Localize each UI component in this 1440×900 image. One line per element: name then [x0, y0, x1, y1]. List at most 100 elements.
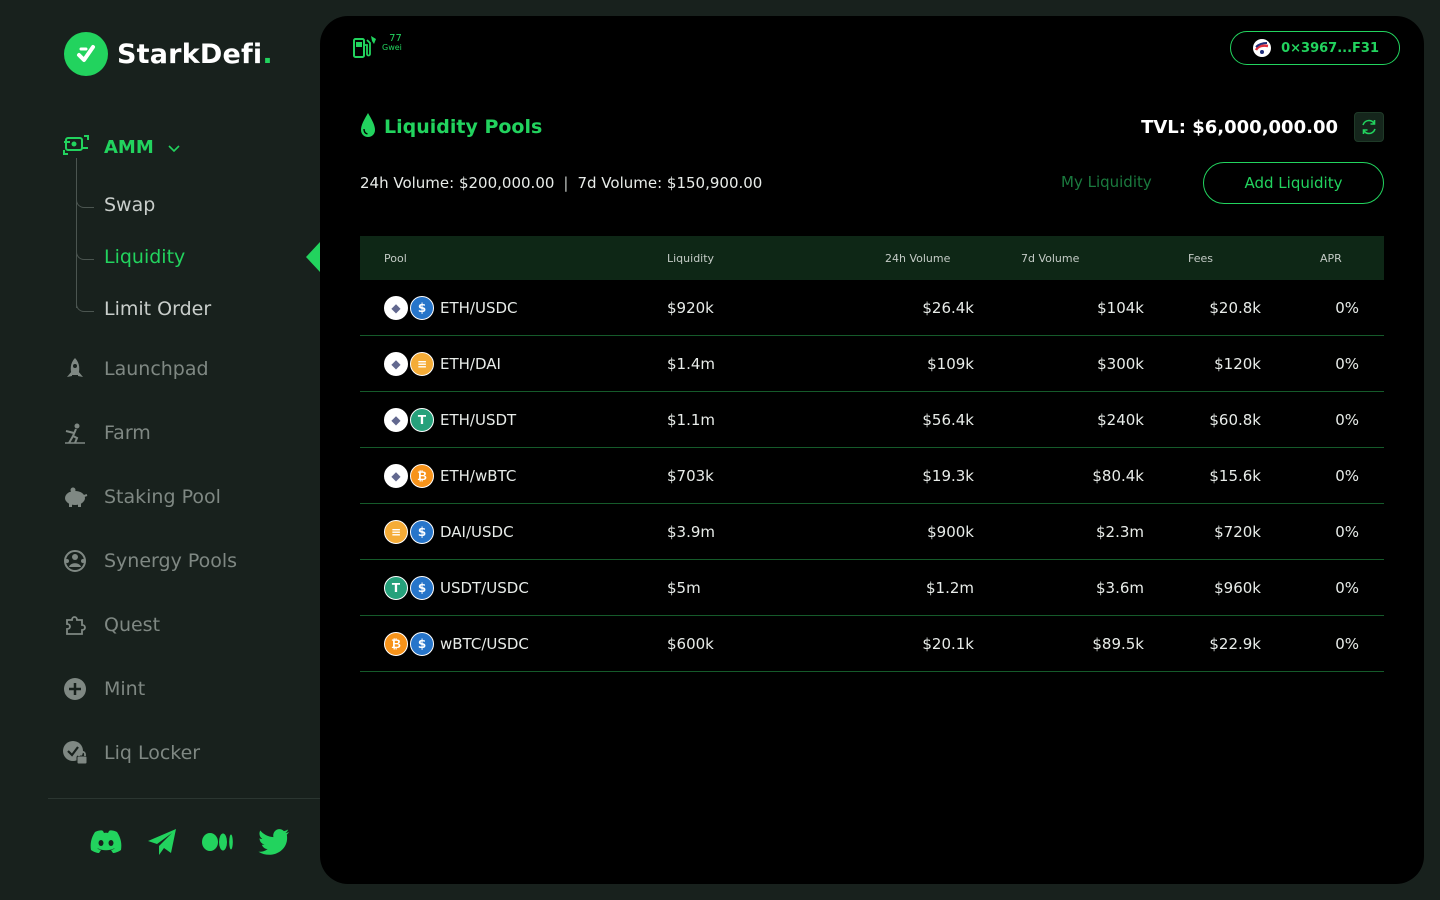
- token-pair-icons: ◆ $: [384, 295, 434, 320]
- volume-24h-cell: $109k: [927, 354, 974, 373]
- lock-badge-icon: [62, 740, 88, 766]
- sidebar-item-liquidity[interactable]: Liquidity: [104, 246, 185, 268]
- wbtc-token-icon: ₿: [410, 463, 434, 488]
- liquidity-cell: $5m: [667, 578, 701, 597]
- liquidity-cell: $3.9m: [667, 522, 716, 541]
- usdt-token-icon: T: [384, 575, 408, 600]
- table-row[interactable]: ◆ T ETH/USDT $1.1m $56.4k $240k $60.8k 0%: [360, 392, 1384, 448]
- volume-7d-cell: $3.6m: [1095, 578, 1144, 597]
- liquidity-cell: $1.4m: [667, 354, 716, 373]
- discord-icon[interactable]: [88, 824, 124, 860]
- pool-name: ETH/USDT: [440, 410, 517, 429]
- page-title: Liquidity Pools: [384, 116, 543, 138]
- usdc-token-icon: $: [410, 631, 434, 656]
- tvl-value: TVL: $6,000,000.00: [1141, 116, 1338, 138]
- sidebar: StarkDefi. AMM Swap Liquidity Limit Orde…: [0, 0, 320, 900]
- dai-token-icon: ≡: [384, 519, 408, 544]
- eth-token-icon: ◆: [384, 407, 408, 432]
- column-header-liquidity[interactable]: Liquidity: [643, 252, 843, 265]
- tree-branch: [76, 196, 94, 208]
- synergy-icon: [62, 548, 88, 574]
- pool-cell: ≡ $ DAI/USDC: [360, 519, 643, 544]
- brand-name: StarkDefi.: [117, 38, 273, 70]
- apr-cell: 0%: [1335, 522, 1359, 541]
- medium-icon[interactable]: [200, 824, 236, 860]
- add-liquidity-button[interactable]: Add Liquidity: [1203, 162, 1384, 204]
- fees-cell: $22.9k: [1209, 634, 1261, 653]
- droplet-icon: [360, 112, 376, 142]
- my-liquidity-link[interactable]: My Liquidity: [1061, 173, 1152, 191]
- fees-cell: $960k: [1214, 578, 1261, 597]
- eth-token-icon: ◆: [384, 351, 408, 376]
- piggy-bank-icon: [62, 484, 88, 510]
- sidebar-item-farm[interactable]: Farm: [62, 420, 151, 446]
- pool-name: ETH/USDC: [440, 298, 518, 317]
- column-header-24h-volume[interactable]: 24h Volume: [843, 252, 974, 265]
- social-links: [88, 824, 292, 860]
- volume-24h-cell: $56.4k: [922, 410, 974, 429]
- dai-token-icon: ≡: [410, 351, 434, 376]
- volume-24h-cell: $19.3k: [922, 466, 974, 485]
- page-heading: Liquidity Pools: [360, 112, 542, 142]
- nav-amm[interactable]: AMM: [62, 132, 180, 162]
- column-header-apr[interactable]: APR: [1261, 252, 1371, 265]
- volume-24h-cell: $20.1k: [922, 634, 974, 653]
- refresh-button[interactable]: [1354, 112, 1384, 142]
- table-row[interactable]: ◆ $ ETH/USDC $920k $26.4k $104k $20.8k 0%: [360, 280, 1384, 336]
- sidebar-item-liq-locker[interactable]: Liq Locker: [62, 740, 200, 766]
- sidebar-item-synergy-pools[interactable]: Synergy Pools: [62, 548, 237, 574]
- pool-name: DAI/USDC: [440, 522, 514, 541]
- farm-icon: [62, 420, 88, 446]
- sidebar-item-mint[interactable]: Mint: [62, 676, 145, 702]
- wallet-button[interactable]: 0×3967...F31: [1230, 31, 1400, 65]
- gas-unit: Gwei: [382, 43, 402, 52]
- table-body: ◆ $ ETH/USDC $920k $26.4k $104k $20.8k 0% ◆ ≡ ETH/…: [360, 280, 1384, 672]
- fees-cell: $15.6k: [1209, 466, 1261, 485]
- table-row[interactable]: ≡ $ DAI/USDC $3.9m $900k $2.3m $720k 0%: [360, 504, 1384, 560]
- volume-24h-cell: $1.2m: [925, 578, 974, 597]
- refresh-icon: [1362, 119, 1376, 135]
- sidebar-item-staking-pool[interactable]: Staking Pool: [62, 484, 221, 510]
- sidebar-item-launchpad[interactable]: Launchpad: [62, 356, 209, 382]
- pool-cell: ₿ $ wBTC/USDC: [360, 631, 643, 656]
- apr-cell: 0%: [1335, 634, 1359, 653]
- pool-name: wBTC/USDC: [440, 634, 529, 653]
- volume-separator: |: [563, 174, 569, 192]
- rocket-icon: [62, 356, 88, 382]
- starkdefi-logo-icon: [64, 32, 108, 76]
- volume-7d-cell: $2.3m: [1095, 522, 1144, 541]
- column-header-pool[interactable]: Pool: [360, 252, 643, 265]
- apr-cell: 0%: [1335, 354, 1359, 373]
- pool-name: USDT/USDC: [440, 578, 529, 597]
- apr-cell: 0%: [1335, 410, 1359, 429]
- volume-24h: 24h Volume: $200,000.00: [360, 174, 555, 192]
- sidebar-item-limit-order[interactable]: Limit Order: [104, 298, 211, 320]
- usdc-token-icon: $: [410, 519, 434, 544]
- table-row[interactable]: ₿ $ wBTC/USDC $600k $20.1k $89.5k $22.9k 0%: [360, 616, 1384, 672]
- tree-branch: [76, 248, 94, 260]
- token-pair-icons: ◆ T: [384, 407, 434, 432]
- liquidity-cell: $1.1m: [667, 410, 716, 429]
- column-header-7d-volume[interactable]: 7d Volume: [974, 252, 1144, 265]
- table-row[interactable]: ◆ ₿ ETH/wBTC $703k $19.3k $80.4k $15.6k 0%: [360, 448, 1384, 504]
- amm-label: AMM: [104, 136, 154, 158]
- table-row[interactable]: T $ USDT/USDC $5m $1.2m $3.6m $960k 0%: [360, 560, 1384, 616]
- volume-stats: 24h Volume: $200,000.00 | 7d Volume: $15…: [360, 174, 762, 192]
- main-panel: 77 Gwei 0×3967...F31 Liquidity Pools TVL…: [320, 16, 1424, 884]
- gas-indicator: 77 Gwei: [352, 34, 402, 64]
- column-header-fees[interactable]: Fees: [1144, 252, 1261, 265]
- telegram-icon[interactable]: [144, 824, 180, 860]
- sidebar-item-quest[interactable]: Quest: [62, 612, 160, 638]
- liquidity-cell: $703k: [667, 466, 714, 485]
- token-pair-icons: ◆ ≡: [384, 351, 434, 376]
- table-row[interactable]: ◆ ≡ ETH/DAI $1.4m $109k $300k $120k 0%: [360, 336, 1384, 392]
- pools-table: Pool Liquidity 24h Volume 7d Volume Fees…: [360, 236, 1384, 672]
- fees-cell: $720k: [1214, 522, 1261, 541]
- pool-cell: T $ USDT/USDC: [360, 575, 643, 600]
- sidebar-item-swap[interactable]: Swap: [104, 194, 155, 216]
- pool-cell: ◆ ≡ ETH/DAI: [360, 351, 643, 376]
- liquidity-cell: $920k: [667, 298, 714, 317]
- brand-logo[interactable]: StarkDefi.: [64, 32, 273, 76]
- twitter-icon[interactable]: [256, 824, 292, 860]
- usdc-token-icon: $: [410, 295, 434, 320]
